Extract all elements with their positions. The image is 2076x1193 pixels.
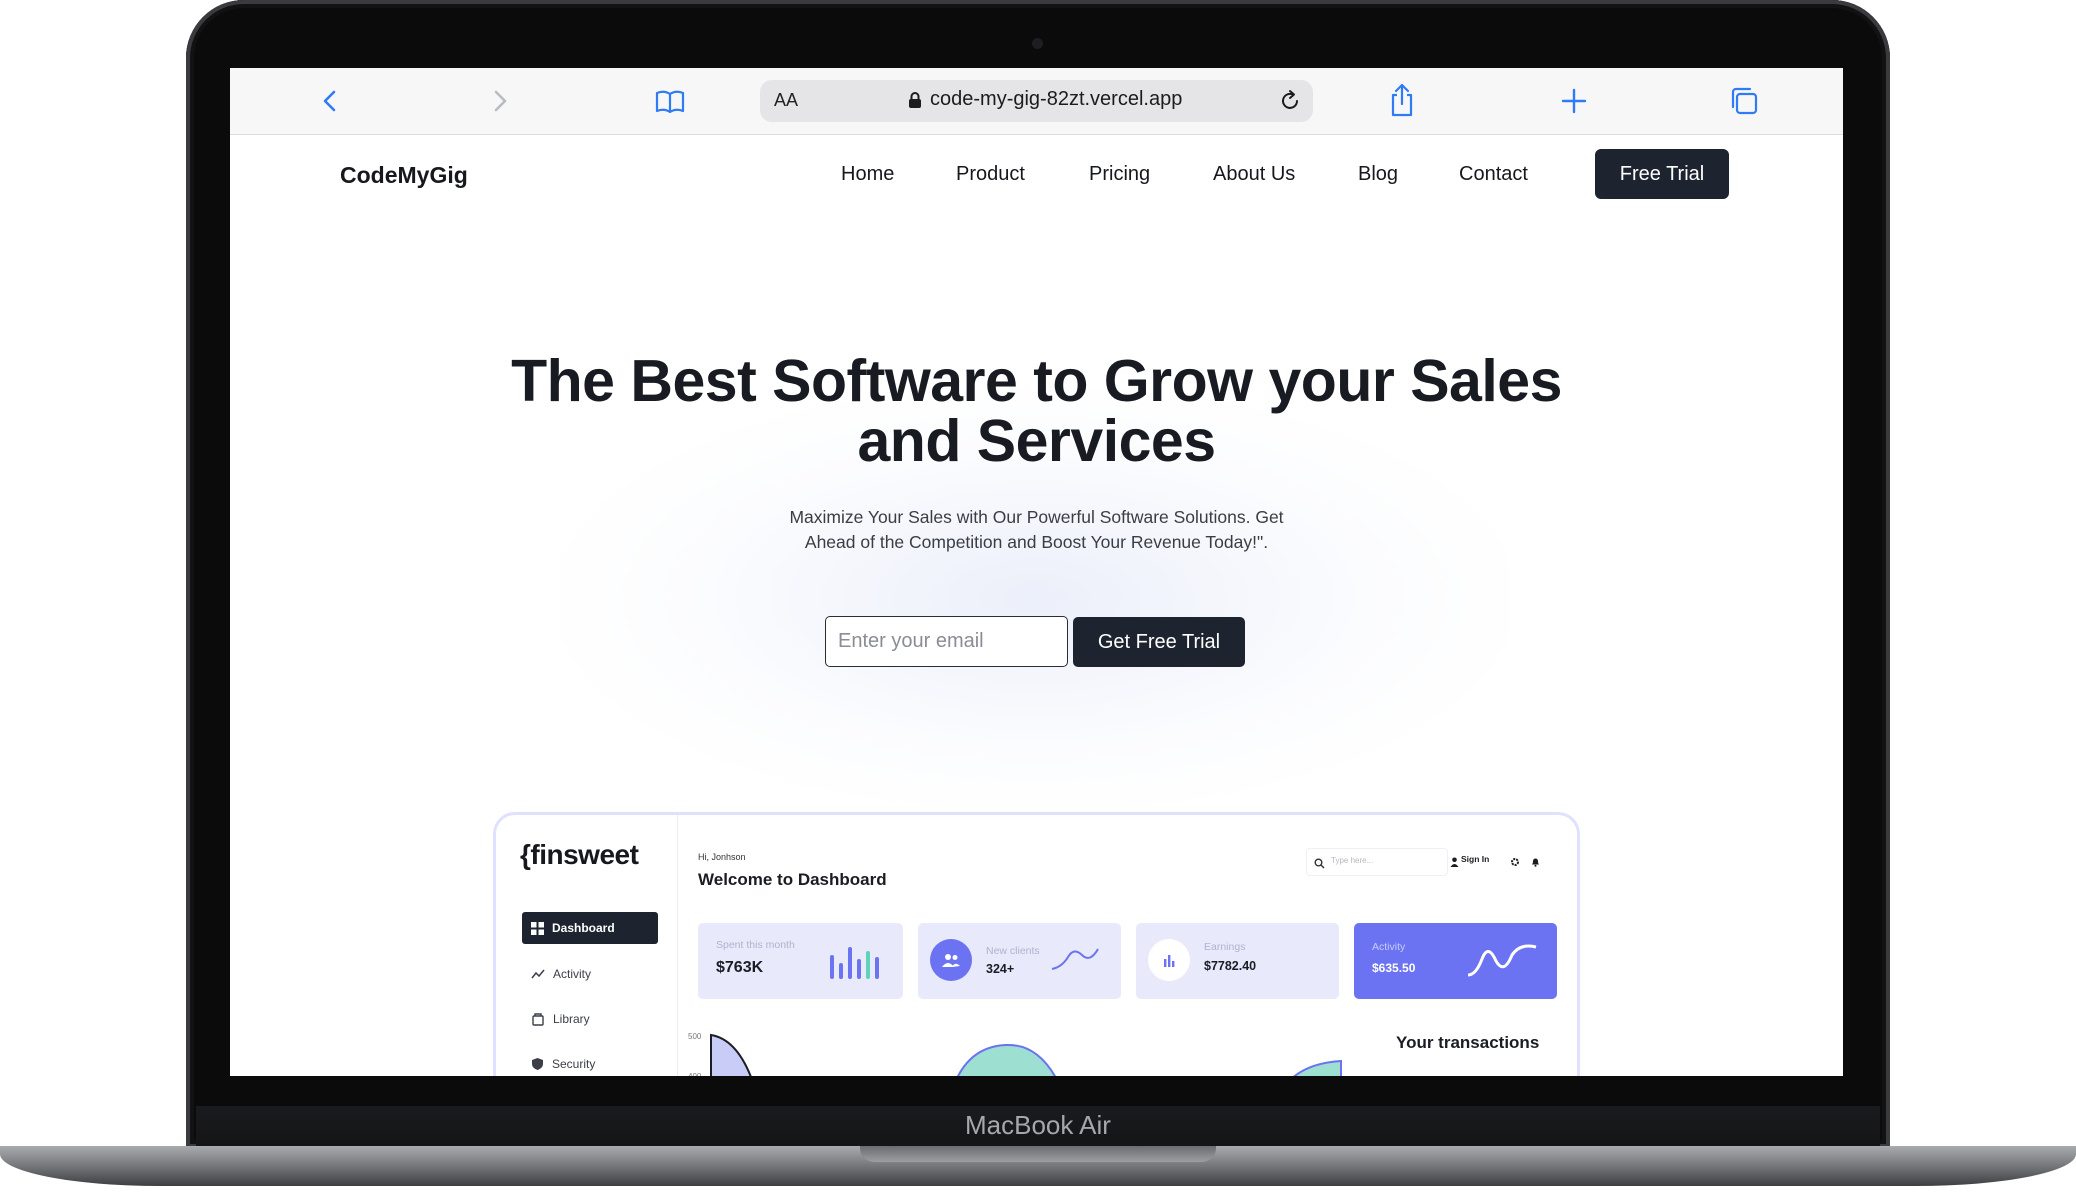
dashboard-greeting: Hi, Jonhson — [698, 852, 746, 862]
sidebar-item-label: Security — [552, 1057, 596, 1071]
mini-line-chart — [1051, 948, 1099, 970]
user-icon — [1450, 854, 1459, 872]
stat-card-value: $7782.40 — [1204, 959, 1257, 973]
activity-icon — [531, 969, 545, 978]
stat-card-label: New clients — [986, 945, 1040, 957]
address-bar[interactable]: AA code-my-gig-82zt.vercel.app — [760, 80, 1313, 122]
stat-card-earnings: Earnings $7782.40 — [1136, 923, 1339, 999]
chart-icon — [1148, 939, 1190, 981]
search-placeholder: Type here... — [1331, 856, 1374, 865]
activity-chart: 500 400 — [688, 1032, 1342, 1076]
free-trial-button[interactable]: Free Trial — [1595, 149, 1729, 199]
gear-icon[interactable] — [1510, 854, 1520, 872]
sidebar-item-label: Activity — [553, 967, 592, 981]
dashboard-logo: {finsweet — [520, 839, 639, 870]
site-logo[interactable]: CodeMyGig — [340, 162, 468, 189]
forward-icon[interactable] — [484, 85, 516, 117]
stat-card-value: 324+ — [986, 962, 1015, 976]
share-icon[interactable] — [1386, 82, 1418, 117]
hero-subtitle-line-2: Ahead of the Competition and Boost Your … — [804, 532, 1269, 552]
sidebar-item-label: Dashboard — [552, 921, 615, 935]
laptop-hinge-notch — [860, 1146, 1216, 1162]
reload-icon[interactable] — [1278, 89, 1302, 118]
shield-icon — [532, 1058, 543, 1070]
stat-card-value: $763K — [716, 959, 764, 976]
hero-title-line-1: The Best Software to Grow your Sales — [511, 348, 1562, 414]
grid-icon — [531, 921, 544, 935]
dashboard-search-input[interactable]: Type here... — [1306, 848, 1448, 876]
users-icon — [930, 939, 972, 981]
stat-card-spent: Spent this month $763K — [698, 923, 903, 999]
bell-icon[interactable] — [1531, 854, 1540, 872]
dashboard-title: Welcome to Dashboard — [698, 870, 887, 889]
browser-toolbar: AA code-my-gig-82zt.vercel.app — [230, 68, 1843, 135]
email-input[interactable] — [825, 616, 1068, 667]
text-size-button[interactable]: AA — [774, 90, 798, 111]
lock-icon — [908, 91, 922, 114]
bookmarks-icon[interactable] — [654, 85, 686, 117]
device-model-label: MacBook Air — [965, 1110, 1111, 1140]
nav-pricing[interactable]: Pricing — [1089, 163, 1150, 186]
sidebar-item-dashboard[interactable]: Dashboard — [522, 912, 658, 944]
screen: AA code-my-gig-82zt.vercel.app CodeMyGig… — [230, 68, 1843, 1076]
url-text: code-my-gig-82zt.vercel.app — [930, 88, 1183, 110]
hero-title-line-2: and Services — [857, 408, 1216, 474]
nav-contact[interactable]: Contact — [1459, 163, 1528, 186]
mini-line-chart — [1467, 944, 1537, 977]
nav-home[interactable]: Home — [841, 163, 894, 186]
sidebar-item-label: Library — [553, 1012, 590, 1026]
tabs-icon[interactable] — [1728, 85, 1760, 117]
dashboard-preview: {finsweet Dashboard Activity Library Sec… — [493, 812, 1580, 1076]
nav-about-us[interactable]: About Us — [1213, 163, 1295, 186]
mini-bar-chart — [830, 947, 879, 979]
sidebar-item-activity[interactable]: Activity — [522, 958, 658, 990]
stat-card-label: Spent this month — [716, 939, 795, 951]
chart-tick-label: 500 — [688, 1032, 702, 1041]
new-tab-icon[interactable] — [1558, 85, 1590, 117]
hero-subtitle: Maximize Your Sales with Our Powerful So… — [760, 505, 1313, 555]
get-free-trial-button[interactable]: Get Free Trial — [1073, 617, 1245, 667]
stat-card-value: $635.50 — [1372, 961, 1416, 975]
nav-blog[interactable]: Blog — [1358, 163, 1398, 186]
stat-card-activity: Activity $635.50 — [1354, 923, 1557, 999]
stat-card-new-clients: New clients 324+ — [918, 923, 1121, 999]
search-icon — [1314, 856, 1325, 874]
stat-card-label: Earnings — [1204, 941, 1246, 953]
dashboard-sidebar: {finsweet Dashboard Activity Library Sec… — [496, 815, 678, 1076]
library-icon — [532, 1013, 544, 1026]
dashboard-sign-in[interactable]: Sign In — [1461, 854, 1489, 864]
sidebar-item-library[interactable]: Library — [522, 1003, 658, 1035]
hero-subtitle-line-1: Maximize Your Sales with Our Powerful So… — [789, 507, 1284, 527]
nav-product[interactable]: Product — [956, 163, 1025, 186]
camera-icon — [1032, 38, 1043, 49]
sidebar-item-security[interactable]: Security — [522, 1048, 658, 1076]
hero-title: The Best Software to Grow your Sales and… — [430, 351, 1643, 471]
chart-tick-label: 400 — [688, 1072, 702, 1076]
stat-card-label: Activity — [1372, 941, 1406, 953]
transactions-title: Your transactions — [1396, 1033, 1540, 1052]
back-icon[interactable] — [314, 85, 346, 117]
